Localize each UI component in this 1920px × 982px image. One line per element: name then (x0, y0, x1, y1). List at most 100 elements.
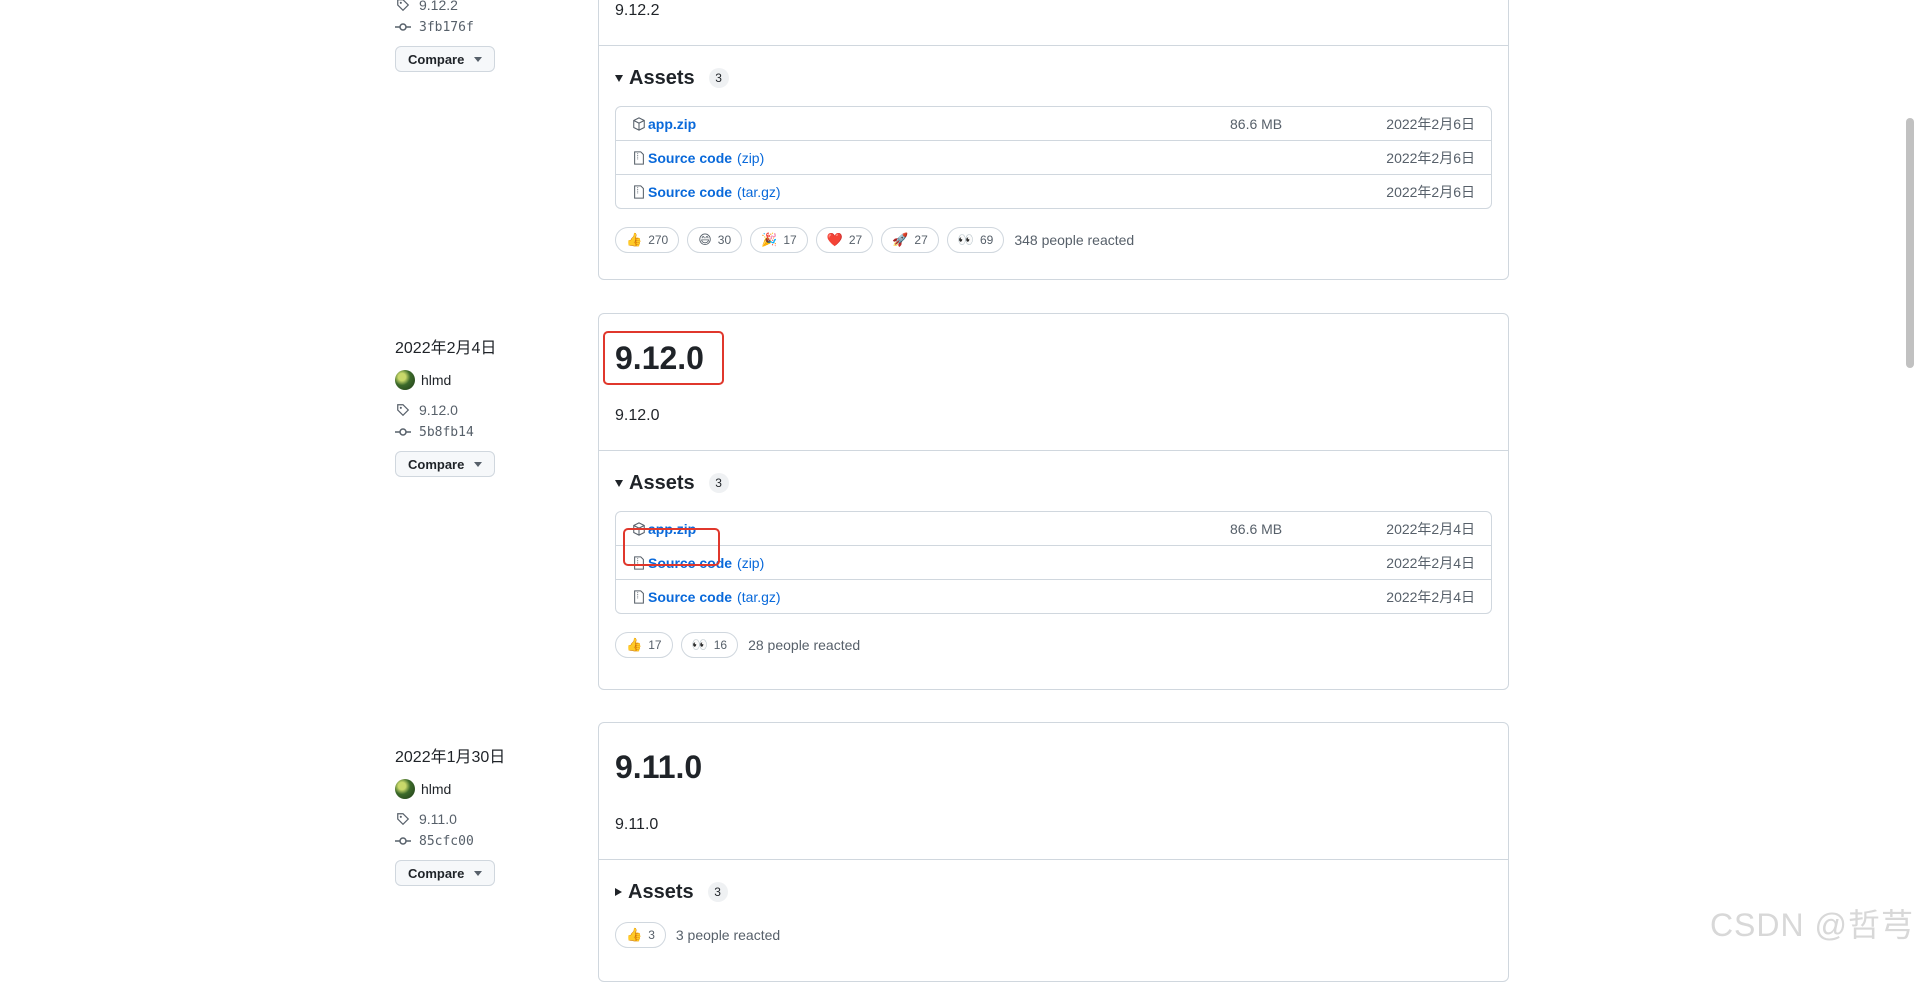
reactions-bar: 👍 17 👀 16 28 people reacted (599, 614, 1508, 678)
asset-date: 2022年2月4日 (1386, 588, 1475, 605)
chevron-down-icon (474, 461, 483, 467)
asset-date: 2022年2月6日 (1386, 115, 1475, 132)
triangle-right-icon (615, 888, 622, 896)
reaction-thumbs-up[interactable]: 👍 3 (615, 922, 666, 948)
page-scrollbar[interactable] (1906, 118, 1914, 368)
reaction-heart[interactable]: ❤️ 27 (815, 227, 874, 253)
tag-label: 9.12.2 (419, 0, 458, 13)
tag-label: 9.11.0 (419, 811, 457, 827)
compare-button[interactable]: Compare (395, 46, 496, 72)
asset-link[interactable]: Source code (648, 589, 732, 605)
tag-row[interactable]: 9.12.0 (395, 399, 575, 421)
eyes-icon: 👀 (957, 232, 974, 247)
asset-row: Source code (zip) 2022年2月6日 (616, 140, 1491, 174)
commit-sha: 5b8fb14 (419, 424, 474, 440)
file-zip-icon (632, 150, 646, 165)
reactions-summary: 348 people reacted (1014, 232, 1135, 248)
commit-icon (395, 833, 411, 849)
release-body: 9.11.0 (615, 816, 659, 833)
file-zip-icon (632, 184, 646, 199)
asset-link[interactable]: app.zip (648, 116, 696, 132)
reaction-rocket[interactable]: 🚀 27 (881, 227, 939, 253)
reaction-thumbs-up[interactable]: 👍 17 (615, 632, 673, 658)
compare-label: Compare (408, 865, 465, 881)
tag-icon (395, 811, 411, 827)
commit-row[interactable]: 3fb176f (395, 16, 575, 38)
asset-row: app.zip 86.6 MB 2022年2月6日 (616, 107, 1491, 140)
asset-row: Source code (tar.gz) 2022年2月6日 (616, 174, 1491, 208)
compare-label: Compare (408, 456, 465, 472)
reaction-count: 27 (914, 233, 928, 247)
asset-row: Source code (tar.gz) 2022年2月4日 (616, 579, 1491, 613)
triangle-down-icon (615, 479, 623, 487)
reaction-thumbs-up[interactable]: 👍 270 (615, 227, 680, 253)
compare-button[interactable]: Compare (395, 860, 496, 886)
asset-ext[interactable]: (tar.gz) (737, 589, 781, 605)
reaction-count: 16 (713, 638, 728, 652)
assets-list: app.zip 86.6 MB 2022年2月4日 Source code (z… (615, 511, 1492, 614)
assets-toggle[interactable]: Assets 3 (599, 451, 1508, 495)
heart-icon: ❤️ (826, 232, 843, 247)
triangle-down-icon (615, 74, 623, 82)
reaction-count: 17 (783, 233, 797, 247)
chevron-down-icon (474, 870, 483, 876)
release-card-9-12-0: 9.12.0 9.12.0 Assets 3 app.zip 86.6 MB 2… (598, 313, 1509, 690)
eyes-icon: 👀 (691, 637, 708, 652)
author-name: hlmd (421, 781, 452, 797)
asset-link[interactable]: Source code (648, 150, 732, 166)
asset-row: Source code (zip) 2022年2月4日 (616, 545, 1491, 579)
watermark: CSDN @哲芎 (1709, 907, 1914, 943)
assets-toggle[interactable]: Assets 3 (599, 46, 1508, 90)
highlight-box-title (603, 331, 724, 385)
thumbs-up-icon: 👍 (626, 232, 643, 247)
reactions-summary: 3 people reacted (675, 927, 781, 943)
thumbs-up-icon: 👍 (626, 927, 643, 942)
reaction-count: 30 (717, 233, 732, 247)
compare-button[interactable]: Compare (395, 451, 496, 477)
release-body: 9.12.0 (615, 407, 660, 424)
assets-title: Assets (629, 471, 695, 494)
asset-link[interactable]: Source code (648, 184, 732, 200)
asset-date: 2022年2月6日 (1386, 149, 1475, 166)
assets-counter: 3 (708, 68, 729, 88)
reactions-bar: 👍 270 😄 30 🎉 17 ❤️ 27 🚀 27 👀 69 348 people rea… (599, 209, 1508, 273)
reaction-eyes[interactable]: 👀 69 (946, 227, 1005, 253)
release-meta-9-12-2: 9.12.2 3fb176f Compare (395, 0, 575, 72)
author-row[interactable]: hlmd (395, 369, 575, 391)
reaction-hooray[interactable]: 🎉 17 (750, 227, 808, 253)
commit-row[interactable]: 5b8fb14 (395, 421, 575, 443)
release-card-9-12-2: 9.12.2 Assets 3 app.zip 86.6 MB 2022年2月6… (598, 0, 1509, 280)
asset-date: 2022年2月6日 (1386, 183, 1475, 200)
compare-label: Compare (408, 51, 465, 67)
assets-list: app.zip 86.6 MB 2022年2月6日 Source code (z… (615, 106, 1492, 209)
avatar (395, 779, 415, 799)
release-title[interactable]: 9.11.0 (605, 743, 712, 791)
file-zip-icon (632, 589, 646, 604)
release-date: 2022年1月30日 (395, 749, 506, 766)
tag-icon (395, 0, 411, 13)
reaction-eyes[interactable]: 👀 16 (680, 632, 739, 658)
assets-toggle[interactable]: Assets 3 (599, 860, 1508, 904)
reaction-count: 17 (648, 638, 662, 652)
commit-icon (395, 19, 411, 35)
asset-ext[interactable]: (zip) (737, 150, 764, 166)
chevron-down-icon (474, 56, 483, 62)
release-card-9-11-0: 9.11.0 9.11.0 Assets 3 👍 3 3 people react… (598, 722, 1509, 982)
reaction-count: 69 (979, 233, 994, 247)
asset-ext[interactable]: (zip) (737, 555, 764, 571)
author-name: hlmd (421, 372, 452, 388)
release-date: 2022年2月4日 (395, 340, 497, 357)
assets-title: Assets (628, 880, 694, 903)
asset-size: 86.6 MB (1230, 115, 1283, 132)
tag-row[interactable]: 9.12.2 (395, 0, 575, 16)
commit-row[interactable]: 85cfc00 (395, 830, 575, 852)
asset-date: 2022年2月4日 (1386, 554, 1475, 571)
asset-ext[interactable]: (tar.gz) (737, 184, 781, 200)
rocket-icon: 🚀 (892, 232, 909, 247)
release-body: 9.12.2 (615, 2, 660, 19)
reaction-count: 27 (848, 233, 863, 247)
reaction-laugh[interactable]: 😄 30 (687, 227, 743, 253)
asset-size: 86.6 MB (1230, 520, 1283, 537)
author-row[interactable]: hlmd (395, 778, 575, 800)
tag-row[interactable]: 9.11.0 (395, 808, 575, 830)
